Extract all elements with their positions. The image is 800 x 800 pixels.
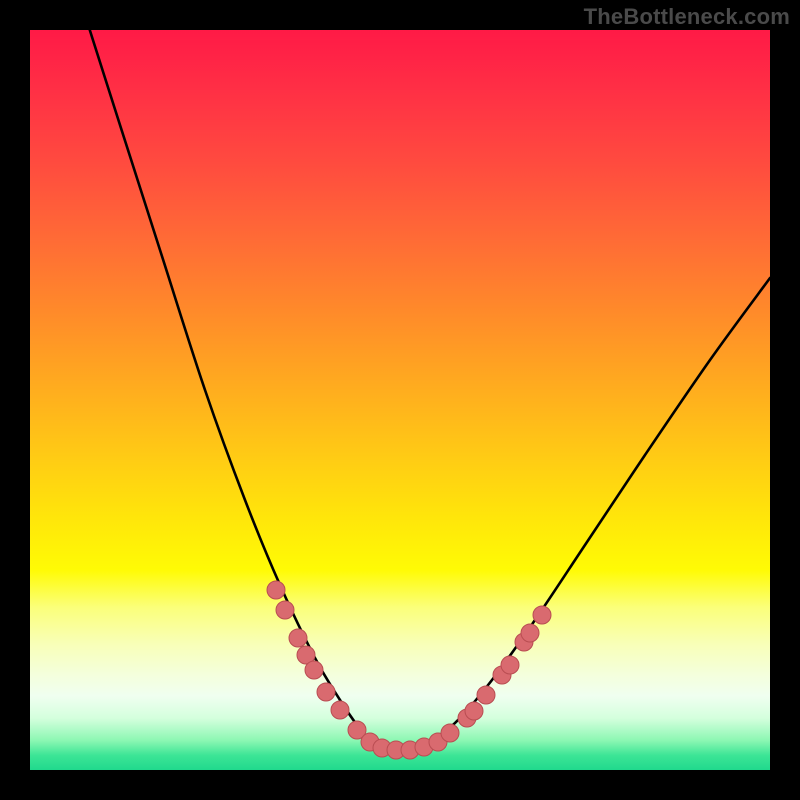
- bottleneck-curve: [85, 15, 770, 750]
- data-dot: [331, 701, 349, 719]
- data-dot: [276, 601, 294, 619]
- data-dot: [533, 606, 551, 624]
- chart-frame: TheBottleneck.com: [0, 0, 800, 800]
- data-dot: [289, 629, 307, 647]
- data-dot: [305, 661, 323, 679]
- curve-layer: [30, 30, 770, 770]
- data-dot: [441, 724, 459, 742]
- data-dot: [465, 702, 483, 720]
- data-dot: [501, 656, 519, 674]
- data-dot: [317, 683, 335, 701]
- watermark-text: TheBottleneck.com: [584, 4, 790, 30]
- plot-area: [30, 30, 770, 770]
- curve-dots: [267, 581, 551, 759]
- data-dot: [267, 581, 285, 599]
- data-dot: [477, 686, 495, 704]
- data-dot: [521, 624, 539, 642]
